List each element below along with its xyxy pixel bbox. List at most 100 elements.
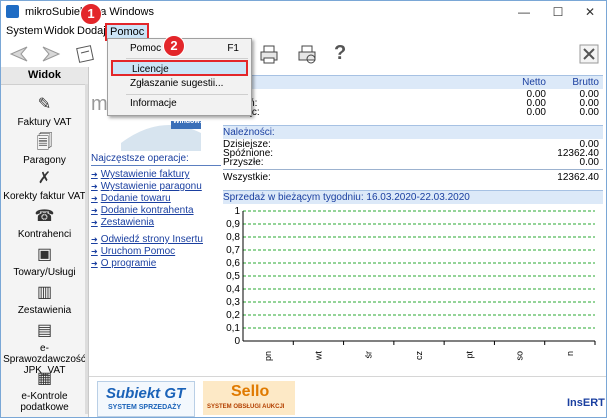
- link-o-programie[interactable]: ➜ O programie: [91, 258, 156, 269]
- receivables-separator: [223, 169, 603, 170]
- col-netto: Netto: [522, 77, 546, 88]
- x-tick-label: pt: [464, 351, 474, 359]
- dropdown-separator: [126, 94, 248, 95]
- sidebar-item-label: Zestawienia: [17, 305, 72, 316]
- arrow-icon: ➜: [91, 259, 98, 268]
- x-tick-label: so: [515, 351, 525, 361]
- sidebar-scrollbar[interactable]: [85, 84, 88, 414]
- menu-dodaj[interactable]: Dodaj: [77, 25, 106, 37]
- invoice-icon: ✎: [37, 96, 52, 113]
- y-tick-label: 0,8: [226, 232, 240, 243]
- sidebar-item-kontrahenci[interactable]: ☎ Kontrahenci: [1, 207, 88, 240]
- close-view-icon[interactable]: [579, 44, 599, 64]
- y-tick-label: 0,1: [226, 323, 240, 334]
- quick-operations-title: Najczęstsze operacje:: [91, 153, 221, 166]
- sidebar-item-label: Faktury VAT: [17, 117, 72, 128]
- note-icon[interactable]: [75, 44, 97, 64]
- close-icon[interactable]: ✕: [573, 1, 606, 23]
- link-dodanie-towaru[interactable]: ➜ Dodanie towaru: [91, 193, 171, 204]
- sidebar-item-label: e-Kontrole podatkowe: [20, 391, 69, 413]
- app-window: mikroSubiekt dla Windows — ☐ ✕ System Wi…: [0, 0, 607, 418]
- sidebar-item-towary[interactable]: ▣ Towary/Usługi: [1, 245, 88, 278]
- chart-title: Sprzedaż w bieżącym tygodniu: 16.03.2020…: [223, 192, 470, 203]
- insert-logo[interactable]: InsERT: [567, 397, 605, 409]
- arrow-icon: ➜: [91, 206, 98, 215]
- sidebar-item-label: Kontrahenci: [17, 229, 72, 240]
- receivables-total: Wszystkie: 12362.40: [223, 172, 599, 183]
- goods-icon: ▣: [36, 246, 53, 263]
- col-brutto: Brutto: [572, 77, 599, 88]
- y-tick-label: 0,2: [226, 310, 240, 321]
- arrow-icon: ➜: [91, 235, 98, 244]
- link-wystawienie-paragonu[interactable]: ➜ Wystawienie paragonu: [91, 181, 202, 192]
- step-badge-1: 1: [80, 3, 102, 25]
- link-odwiedz-strony[interactable]: ➜ Odwiedź strony Insertu: [91, 234, 203, 245]
- sidebar-item-faktury-vat[interactable]: ✎ Faktury VAT: [1, 95, 88, 128]
- y-tick-label: 0,3: [226, 297, 240, 308]
- sales-panel-header: Netto Brutto: [223, 75, 603, 89]
- y-tick-label: 0,7: [226, 245, 240, 256]
- menu-bar: System Widok Dodaj Pomoc: [1, 23, 606, 41]
- tax-audit-icon: ▦: [36, 370, 53, 387]
- menu-widok[interactable]: Widok: [44, 25, 75, 37]
- dropdown-separator: [126, 58, 248, 59]
- sidebar-item-korekty[interactable]: ✗ Korekty faktur VAT: [1, 169, 88, 202]
- sidebar-item-label: Korekty faktur VAT: [3, 191, 86, 202]
- arrow-icon: ➜: [91, 247, 98, 256]
- menu-system[interactable]: System: [6, 25, 43, 37]
- menu-item-licencje[interactable]: Licencje: [111, 60, 248, 76]
- link-dodanie-kontrahenta[interactable]: ➜ Dodanie kontrahenta: [91, 205, 194, 216]
- sales-row: miesiąc:0.000.00: [223, 107, 599, 118]
- shortcut: F1: [227, 43, 239, 54]
- forward-icon[interactable]: [41, 45, 61, 63]
- sidebar-header: Widok: [1, 67, 88, 85]
- step-badge-2: 2: [163, 35, 185, 57]
- logo-mark: m: [91, 93, 108, 115]
- toolbar: ?: [1, 41, 606, 69]
- receipt-icon: 🗐: [36, 134, 53, 151]
- menu-item-zglaszanie-sugestii[interactable]: Zgłaszanie sugestii...: [108, 76, 251, 92]
- subiekt-logo[interactable]: Subiekt GT SYSTEM SPRZEDAŻY: [97, 381, 195, 417]
- minimize-icon[interactable]: —: [507, 1, 541, 23]
- arrow-icon: ➜: [91, 170, 98, 179]
- x-tick-label: cz: [414, 351, 424, 361]
- link-uruchom-pomoc[interactable]: ➜ Uruchom Pomoc: [91, 246, 175, 257]
- arrow-icon: ➜: [91, 194, 98, 203]
- y-tick-label: 0,4: [226, 284, 240, 295]
- y-tick-label: 0,5: [226, 271, 240, 282]
- sello-logo[interactable]: Sello SYSTEM OBSŁUGI AUKCJI: [203, 381, 295, 415]
- app-icon: [6, 5, 19, 18]
- receivables-title: Należności:: [223, 127, 275, 138]
- sidebar-item-label: Paragony: [23, 155, 66, 166]
- sidebar-item-label: Towary/Usługi: [13, 267, 76, 278]
- sidebar-item-zestawienia[interactable]: ▥ Zestawienia: [1, 283, 88, 316]
- print-icon[interactable]: [257, 43, 281, 65]
- link-zestawienia[interactable]: ➜ Zestawienia: [91, 217, 154, 228]
- y-tick-label: 0,6: [226, 258, 240, 269]
- bottom-bar: Subiekt GT SYSTEM SPRZEDAŻY Sello SYSTEM…: [89, 376, 606, 417]
- link-wystawienie-faktury[interactable]: ➜ Wystawienie faktury: [91, 169, 190, 180]
- receivables-header: Należności:: [223, 125, 603, 139]
- x-tick-label: n: [565, 351, 575, 356]
- contacts-icon: ☎: [34, 208, 55, 225]
- arrow-icon: ➜: [91, 182, 98, 191]
- sidebar-item-e-kontrole[interactable]: ▦ e-Kontrole podatkowe: [1, 369, 88, 413]
- receivables-row: Przyszłe: 0.00: [223, 157, 599, 168]
- x-tick-label: pn: [263, 351, 273, 361]
- sidebar-item-jpk[interactable]: ▤ e-Sprawozdawczość JPK_VAT: [1, 321, 88, 376]
- arrow-icon: ➜: [91, 218, 98, 227]
- back-icon[interactable]: [9, 45, 29, 63]
- help-icon[interactable]: ?: [334, 42, 346, 65]
- chart-header: Sprzedaż w bieżącym tygodniu: 16.03.2020…: [223, 190, 603, 204]
- x-tick-label: śr: [364, 351, 374, 359]
- correction-icon: ✗: [37, 170, 52, 187]
- reports-icon: ▥: [36, 284, 53, 301]
- menu-item-informacje[interactable]: Informacje: [108, 96, 251, 112]
- jpk-icon: ▤: [36, 322, 53, 339]
- sidebar-item-paragony[interactable]: 🗐 Paragony: [1, 133, 88, 166]
- maximize-icon[interactable]: ☐: [541, 1, 575, 23]
- print-preview-icon[interactable]: [295, 43, 319, 65]
- y-tick-label: 0: [234, 336, 240, 347]
- y-tick-label: 1: [234, 206, 240, 217]
- x-tick-label: wt: [313, 351, 323, 361]
